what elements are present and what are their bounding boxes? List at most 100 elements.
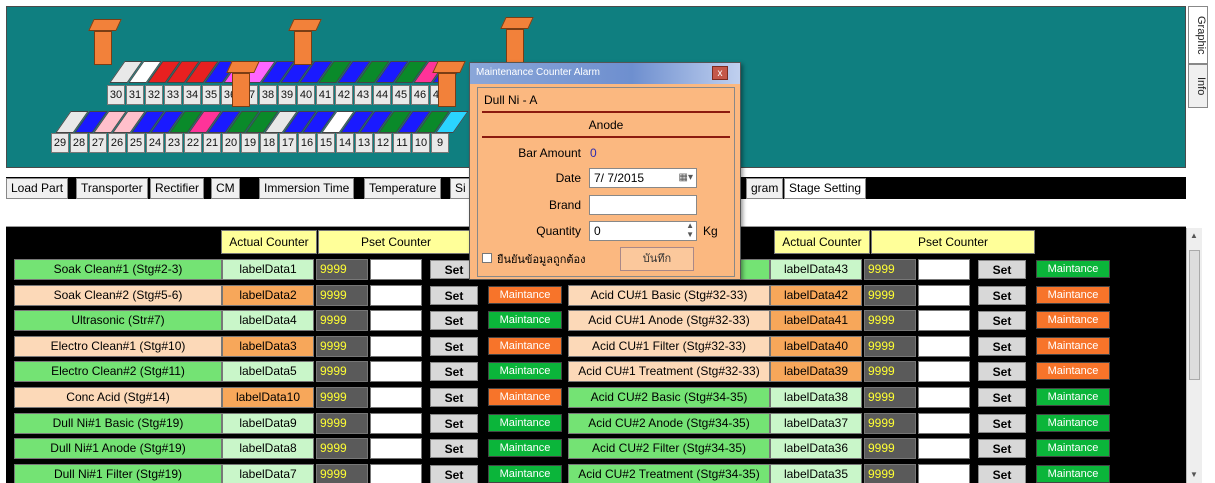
tank-number[interactable]: 12 [374,133,392,153]
pset-input[interactable] [918,259,970,280]
maintenance-button[interactable]: Maintance [488,311,562,329]
set-button[interactable]: Set [430,362,478,381]
stepper-arrows-icon[interactable]: ▲ ▼ [686,221,694,239]
set-button[interactable]: Set [978,362,1026,381]
pset-input[interactable] [918,464,970,483]
tank-number[interactable]: 20 [222,133,240,153]
pset-input[interactable] [370,259,422,280]
confirm-checkbox[interactable] [482,253,492,263]
tank-number[interactable]: 43 [354,85,372,105]
transporter-crane-4[interactable] [226,61,260,107]
maintenance-button[interactable]: Maintance [1036,439,1110,457]
save-button[interactable]: บันทึก [620,247,694,271]
set-button[interactable]: Set [430,465,478,483]
tank-number[interactable]: 39 [278,85,296,105]
tab-program[interactable]: gram [746,178,784,199]
maintenance-button[interactable]: Maintance [488,465,562,483]
tank-number[interactable]: 19 [241,133,259,153]
maintenance-button[interactable]: Maintance [488,439,562,457]
set-button[interactable]: Set [430,311,478,330]
tank-number[interactable]: 17 [279,133,297,153]
pset-input[interactable] [918,438,970,459]
tank-number[interactable]: 21 [203,133,221,153]
tank-number[interactable]: 9 [431,133,449,153]
set-button[interactable]: Set [978,286,1026,305]
pset-input[interactable] [370,413,422,434]
pset-input[interactable] [918,387,970,408]
tank-number[interactable]: 32 [145,85,163,105]
set-button[interactable]: Set [978,311,1026,330]
tank-number[interactable]: 30 [107,85,125,105]
tab-load-part[interactable]: Load Part [6,178,69,199]
tab-info[interactable]: Info [1188,64,1208,108]
maintenance-button[interactable]: Maintance [1036,388,1110,406]
tank-number[interactable]: 14 [336,133,354,153]
tank-number[interactable]: 16 [298,133,316,153]
pset-input[interactable] [918,361,970,382]
maintenance-button[interactable]: Maintance [1036,362,1110,380]
pset-input[interactable] [918,285,970,306]
maintenance-button[interactable]: Maintance [1036,337,1110,355]
set-button[interactable]: Set [430,286,478,305]
tank-number[interactable]: 42 [335,85,353,105]
set-button[interactable]: Set [978,337,1026,356]
tank-number[interactable]: 27 [89,133,107,153]
tank-number[interactable]: 33 [164,85,182,105]
maintenance-button[interactable]: Maintance [488,388,562,406]
maintenance-button[interactable]: Maintance [488,286,562,304]
set-button[interactable]: Set [430,388,478,407]
pset-input[interactable] [370,361,422,382]
tank-number[interactable]: 22 [184,133,202,153]
set-button[interactable]: Set [978,439,1026,458]
transporter-crane-2[interactable] [288,19,322,65]
tank-number[interactable]: 46 [411,85,429,105]
maintenance-button[interactable]: Maintance [1036,286,1110,304]
tank-number[interactable]: 29 [51,133,69,153]
date-picker[interactable]: 7/ 7/2015 ▦▾ [589,168,697,188]
tab-rectifier[interactable]: Rectifier [150,178,205,199]
calendar-dropdown-icon[interactable]: ▦▾ [679,169,693,187]
maintenance-button[interactable]: Maintance [488,337,562,355]
tank-number[interactable]: 40 [297,85,315,105]
scroll-down-icon[interactable]: ▼ [1190,470,1198,479]
scroll-up-icon[interactable]: ▲ [1190,231,1198,240]
tank-number[interactable]: 23 [165,133,183,153]
tank-number[interactable]: 44 [373,85,391,105]
dialog-title-bar[interactable]: Maintenance Counter Alarm x [470,63,740,84]
tank-number[interactable]: 34 [183,85,201,105]
set-button[interactable]: Set [430,337,478,356]
pset-input[interactable] [370,438,422,459]
tank-number[interactable]: 11 [393,133,411,153]
tab-stage-setting[interactable]: Stage Setting [784,178,867,199]
maintenance-button[interactable]: Maintance [488,362,562,380]
maintenance-button[interactable]: Maintance [488,414,562,432]
maintenance-button[interactable]: Maintance [1036,465,1110,483]
set-button[interactable]: Set [978,465,1026,483]
set-button[interactable]: Set [430,414,478,433]
tab-graphic[interactable]: Graphic [1188,6,1208,64]
tank-number[interactable]: 45 [392,85,410,105]
tab-transporter[interactable]: Transporter [76,178,148,199]
vertical-scrollbar[interactable]: ▲ ▼ [1186,228,1202,483]
pset-input[interactable] [918,413,970,434]
set-button[interactable]: Set [978,414,1026,433]
tank-number[interactable]: 35 [202,85,220,105]
tank-number[interactable]: 24 [146,133,164,153]
tank-number[interactable]: 25 [127,133,145,153]
pset-input[interactable] [370,336,422,357]
pset-input[interactable] [918,336,970,357]
set-button[interactable]: Set [978,260,1026,279]
pset-input[interactable] [370,464,422,483]
tank-number[interactable]: 18 [260,133,278,153]
quantity-stepper[interactable]: 0 ▲ ▼ [589,221,697,241]
pset-input[interactable] [370,310,422,331]
set-button[interactable]: Set [430,439,478,458]
set-button[interactable]: Set [978,388,1026,407]
pset-input[interactable] [370,285,422,306]
tank-number[interactable]: 41 [316,85,334,105]
tank-number[interactable]: 28 [70,133,88,153]
tab-cm[interactable]: CM [211,178,240,199]
tank-number[interactable]: 10 [412,133,430,153]
tank-number[interactable]: 38 [259,85,277,105]
scroll-thumb[interactable] [1189,250,1200,380]
